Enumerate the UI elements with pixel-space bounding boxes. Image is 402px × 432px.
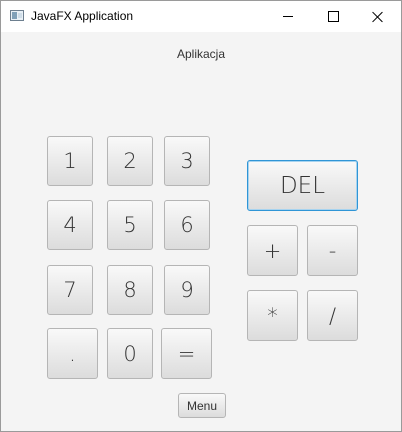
key-2-button[interactable]: 2	[107, 136, 153, 186]
key-8-button[interactable]: 8	[107, 265, 153, 315]
plus-button[interactable]: +	[247, 225, 298, 276]
close-icon	[372, 11, 384, 23]
equals-button[interactable]: =	[161, 328, 212, 379]
key-0-button[interactable]: 0	[107, 328, 153, 379]
key-7-button[interactable]: 7	[47, 265, 93, 315]
page-title: Aplikacja	[176, 47, 226, 61]
application-window: JavaFX Application Aplikacja 1 2 3 4 5 6…	[0, 0, 402, 432]
maximize-button[interactable]	[310, 1, 356, 32]
maximize-icon	[327, 11, 339, 22]
menu-button[interactable]: Menu	[178, 393, 226, 418]
title-bar[interactable]: JavaFX Application	[1, 1, 401, 32]
key-9-button[interactable]: 9	[164, 265, 210, 315]
minus-button[interactable]: -	[307, 225, 358, 276]
key-6-button[interactable]: 6	[164, 200, 210, 250]
window-title: JavaFX Application	[31, 9, 134, 23]
minimize-button[interactable]	[265, 1, 311, 32]
divide-button[interactable]: /	[307, 290, 358, 341]
key-3-button[interactable]: 3	[164, 136, 210, 186]
close-button[interactable]	[355, 1, 401, 32]
del-button[interactable]: DEL	[247, 160, 358, 211]
key-dot-button[interactable]: .	[47, 328, 98, 379]
multiply-button[interactable]: *	[247, 290, 298, 341]
key-4-button[interactable]: 4	[47, 200, 93, 250]
key-1-button[interactable]: 1	[47, 136, 93, 186]
key-5-button[interactable]: 5	[107, 200, 153, 250]
minimize-icon	[283, 16, 293, 17]
app-icon	[10, 10, 24, 21]
